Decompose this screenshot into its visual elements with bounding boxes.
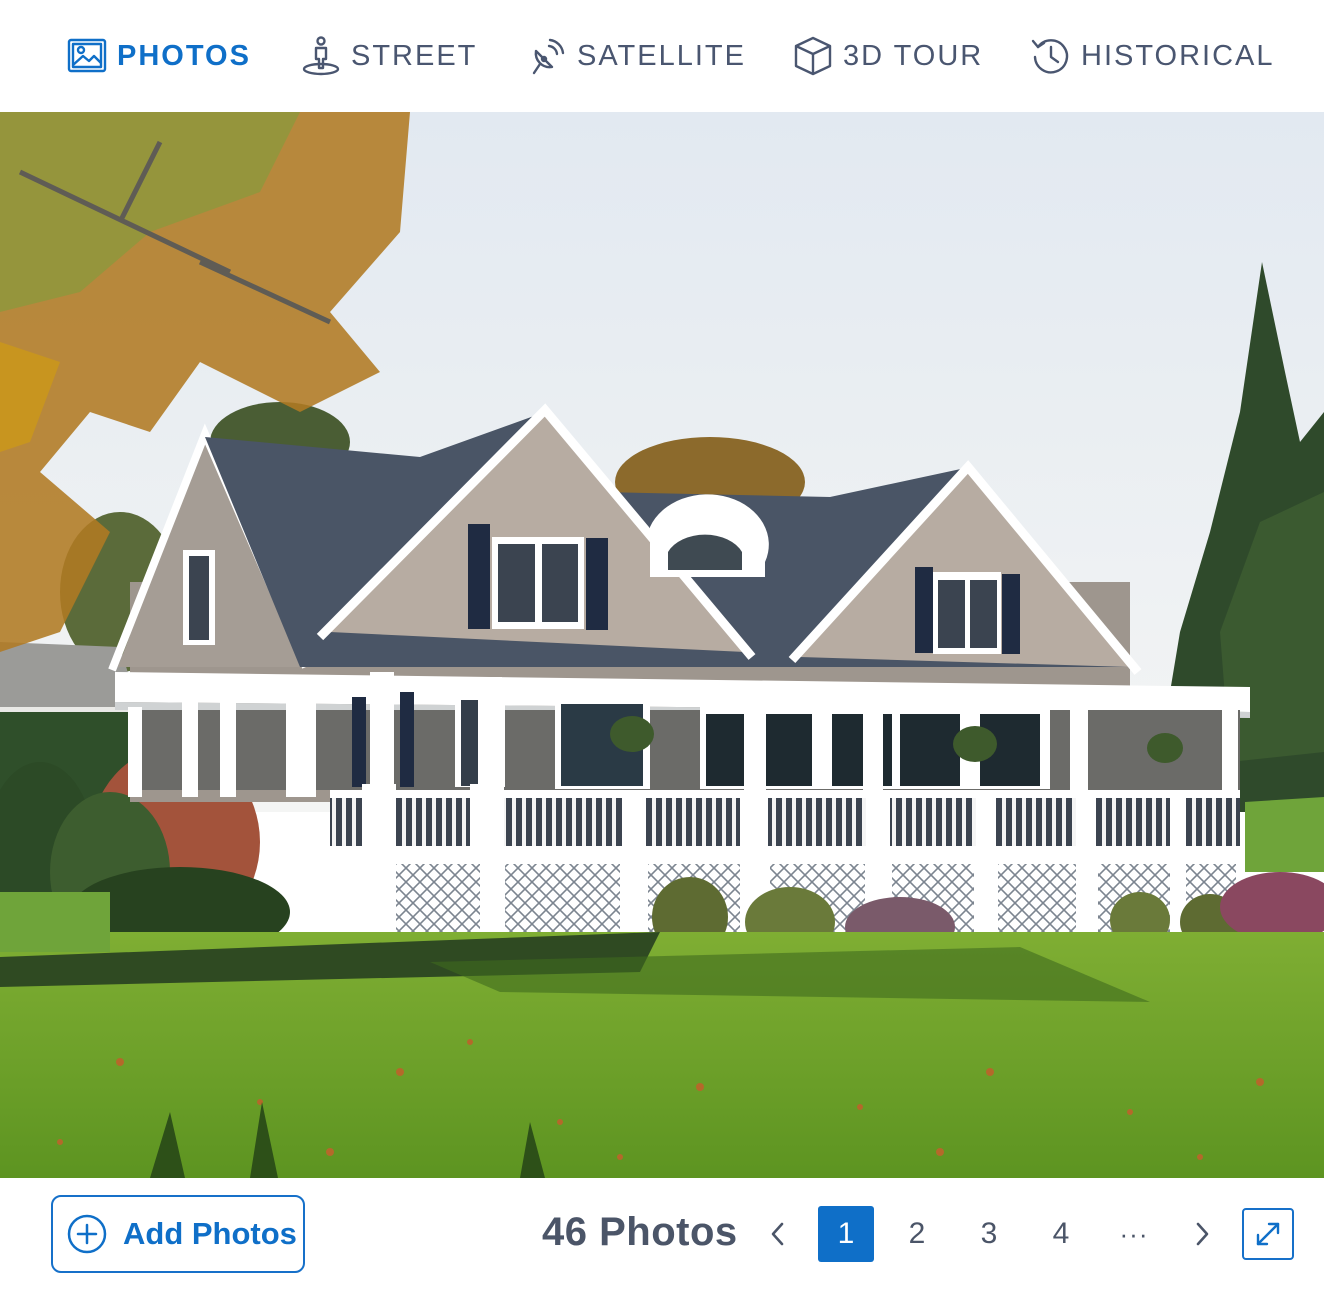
- add-photos-label: Add Photos: [123, 1216, 297, 1251]
- page-3-button[interactable]: 3: [961, 1206, 1017, 1262]
- tab-label: SATELLITE: [577, 39, 746, 72]
- add-circle-icon: [67, 1214, 107, 1254]
- expand-icon: [1256, 1222, 1280, 1246]
- tab-label: 3D TOUR: [843, 39, 984, 72]
- photo-count: 46 Photos: [542, 1210, 738, 1254]
- property-photo[interactable]: [0, 112, 1324, 1178]
- next-page-button[interactable]: [1178, 1206, 1226, 1262]
- tab-label: HISTORICAL: [1081, 39, 1275, 72]
- fullscreen-button[interactable]: [1242, 1208, 1294, 1260]
- more-pages-button[interactable]: ···: [1106, 1206, 1162, 1262]
- street-view-icon: [299, 34, 343, 78]
- page-2-button[interactable]: 2: [889, 1206, 945, 1262]
- chevron-right-icon: [1196, 1222, 1209, 1246]
- tab-satellite[interactable]: SATELLITE: [525, 32, 746, 80]
- page-1-button[interactable]: 1: [818, 1206, 874, 1262]
- tab-historical[interactable]: HISTORICAL: [1029, 32, 1275, 80]
- photo-footer: Add Photos 46 Photos 1 2 3 4 ···: [0, 1178, 1324, 1290]
- previous-page-button[interactable]: [754, 1206, 802, 1262]
- photo-of-house: [0, 112, 1324, 1178]
- cube-icon: [791, 34, 835, 78]
- tab-street[interactable]: STREET: [299, 32, 477, 80]
- chevron-left-icon: [771, 1222, 784, 1246]
- tab-label: STREET: [351, 39, 478, 72]
- tab-photos[interactable]: PHOTOS: [65, 32, 251, 80]
- add-photos-button[interactable]: Add Photos: [51, 1195, 305, 1273]
- history-icon: [1029, 34, 1073, 78]
- satellite-icon: [525, 34, 569, 78]
- media-tab-bar: PHOTOS STREET SATELLITE 3D TOUR HISTORIC…: [0, 0, 1324, 112]
- image-icon: [65, 34, 109, 78]
- page-4-button[interactable]: 4: [1033, 1206, 1089, 1262]
- tab-label: PHOTOS: [117, 39, 251, 72]
- tab-3d-tour[interactable]: 3D TOUR: [791, 32, 983, 80]
